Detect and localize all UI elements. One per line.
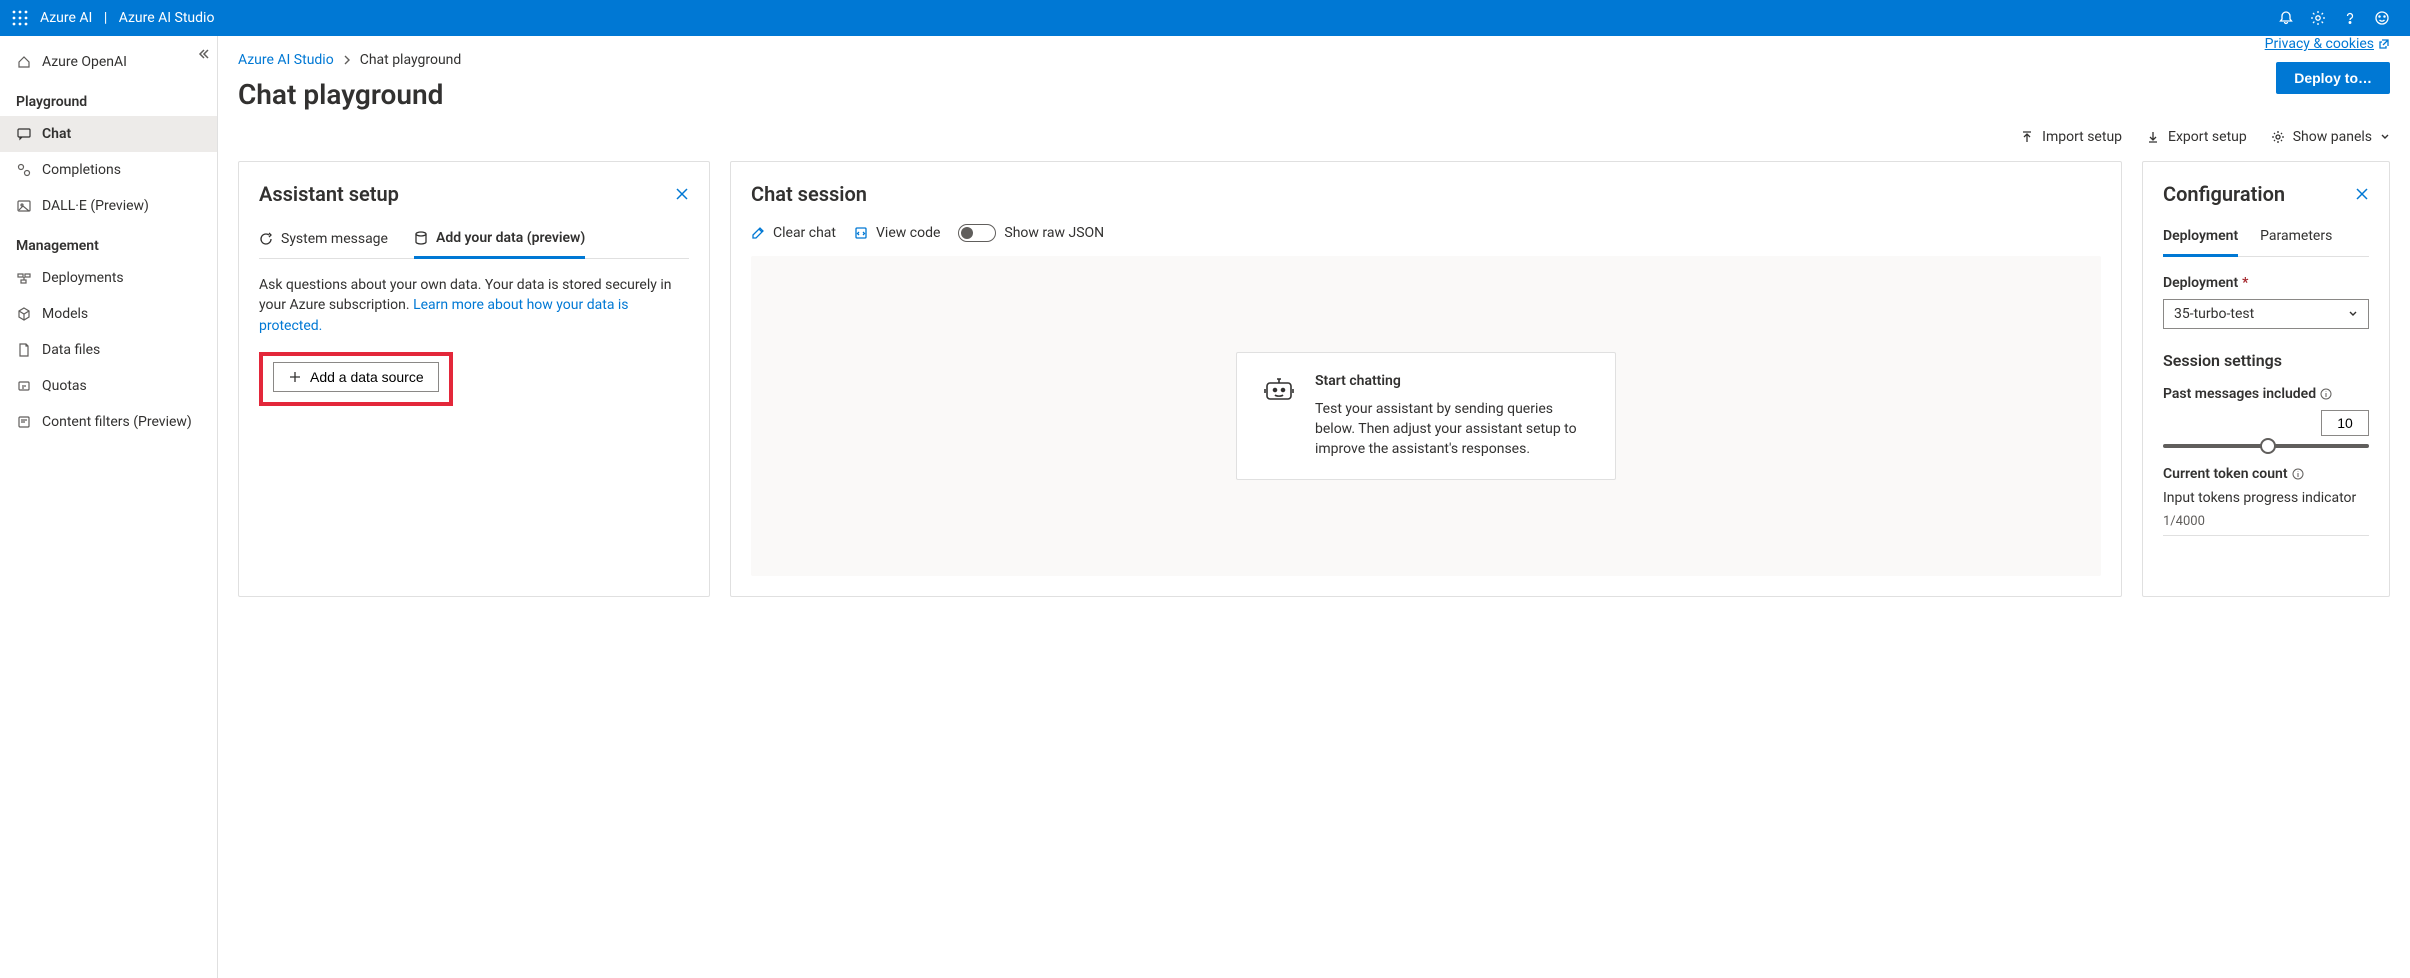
sidebar-quotas[interactable]: Quotas bbox=[0, 368, 217, 404]
sidebar-dalle[interactable]: DALL·E (Preview) bbox=[0, 188, 217, 224]
sidebar-item-label: Models bbox=[42, 306, 88, 322]
sidebar-section-playground: Playground bbox=[0, 80, 217, 116]
add-data-source-button[interactable]: Add a data source bbox=[273, 362, 439, 392]
chat-icon bbox=[16, 126, 32, 142]
assistant-tabs: System message Add your data (preview) bbox=[259, 224, 689, 259]
deployment-select[interactable]: 35-turbo-test bbox=[2163, 299, 2369, 329]
brand-1: Azure AI bbox=[40, 10, 92, 26]
sidebar: Azure OpenAI Playground Chat Completions… bbox=[0, 36, 218, 978]
sidebar-item-label: Azure OpenAI bbox=[42, 54, 127, 70]
past-messages-slider[interactable] bbox=[2163, 444, 2369, 448]
models-icon bbox=[16, 306, 32, 322]
waffle-icon[interactable] bbox=[12, 10, 28, 26]
sidebar-item-label: DALL·E (Preview) bbox=[42, 198, 149, 214]
breadcrumb: Azure AI Studio Chat playground bbox=[238, 36, 461, 72]
chat-session-panel: Chat session Clear chat View code Show r… bbox=[730, 161, 2122, 597]
top-bar: Azure AI | Azure AI Studio bbox=[0, 0, 2410, 36]
token-count-value: 1/4000 bbox=[2163, 514, 2369, 536]
data-description: Ask questions about your own data. Your … bbox=[259, 275, 689, 336]
close-config-icon[interactable] bbox=[2355, 187, 2369, 201]
toggle-icon bbox=[958, 224, 996, 242]
sidebar-item-label: Data files bbox=[42, 342, 100, 358]
chevron-right-icon bbox=[342, 55, 352, 65]
info-icon[interactable] bbox=[2320, 388, 2332, 400]
config-title: Configuration bbox=[2163, 182, 2285, 206]
quotas-icon bbox=[16, 378, 32, 394]
sidebar-chat[interactable]: Chat bbox=[0, 116, 217, 152]
collapse-sidebar-icon[interactable] bbox=[197, 48, 209, 60]
sidebar-section-management: Management bbox=[0, 224, 217, 260]
raw-json-toggle[interactable]: Show raw JSON bbox=[958, 224, 1104, 242]
chat-body: Start chatting Test your assistant by se… bbox=[751, 256, 2101, 576]
export-setup-button[interactable]: Export setup bbox=[2146, 129, 2247, 145]
import-setup-button[interactable]: Import setup bbox=[2020, 129, 2122, 145]
help-icon[interactable] bbox=[2334, 2, 2366, 34]
sidebar-item-label: Completions bbox=[42, 162, 121, 178]
token-progress-label: Input tokens progress indicator bbox=[2163, 490, 2369, 506]
brand: Azure AI | Azure AI Studio bbox=[40, 10, 214, 26]
view-code-button[interactable]: View code bbox=[854, 225, 940, 241]
deployment-label: Deployment * bbox=[2163, 275, 2369, 291]
breadcrumb-leaf: Chat playground bbox=[360, 52, 462, 68]
chevron-down-icon bbox=[2348, 309, 2358, 319]
sidebar-content-filters[interactable]: Content filters (Preview) bbox=[0, 404, 217, 440]
sidebar-data-files[interactable]: Data files bbox=[0, 332, 217, 368]
feedback-icon[interactable] bbox=[2366, 2, 2398, 34]
completions-icon bbox=[16, 162, 32, 178]
assistant-setup-panel: Assistant setup System message Add your … bbox=[238, 161, 710, 597]
close-assistant-icon[interactable] bbox=[675, 187, 689, 201]
tab-system-message[interactable]: System message bbox=[259, 224, 388, 258]
start-chat-card: Start chatting Test your assistant by se… bbox=[1236, 352, 1616, 481]
bot-icon bbox=[1261, 373, 1297, 409]
sidebar-completions[interactable]: Completions bbox=[0, 152, 217, 188]
sidebar-models[interactable]: Models bbox=[0, 296, 217, 332]
chat-title: Chat session bbox=[751, 182, 2101, 206]
tab-deployment[interactable]: Deployment bbox=[2163, 224, 2238, 257]
config-tabs: Deployment Parameters bbox=[2163, 224, 2369, 257]
add-data-source-highlight: Add a data source bbox=[259, 352, 453, 406]
breadcrumb-root[interactable]: Azure AI Studio bbox=[238, 52, 334, 68]
deploy-button[interactable]: Deploy to… bbox=[2276, 62, 2390, 94]
page-title: Chat playground bbox=[238, 78, 461, 111]
token-count-label: Current token count bbox=[2163, 466, 2369, 482]
info-icon[interactable] bbox=[2292, 468, 2304, 480]
start-title: Start chatting bbox=[1315, 373, 1591, 389]
brand-2: Azure AI Studio bbox=[119, 10, 215, 26]
sidebar-deployments[interactable]: Deployments bbox=[0, 260, 217, 296]
clear-chat-button[interactable]: Clear chat bbox=[751, 225, 836, 241]
configuration-panel: Configuration Deployment Parameters Depl… bbox=[2142, 161, 2390, 597]
sidebar-item-label: Chat bbox=[42, 126, 71, 142]
privacy-link[interactable]: Privacy & cookies bbox=[2265, 36, 2390, 52]
session-settings-title: Session settings bbox=[2163, 351, 2369, 370]
page-toolbar: Import setup Export setup Show panels bbox=[238, 123, 2390, 161]
tab-add-your-data[interactable]: Add your data (preview) bbox=[414, 224, 585, 259]
home-icon bbox=[16, 54, 32, 70]
sidebar-azure-openai[interactable]: Azure OpenAI bbox=[0, 44, 217, 80]
past-messages-input[interactable] bbox=[2321, 410, 2369, 436]
sidebar-item-label: Content filters (Preview) bbox=[42, 414, 192, 430]
past-messages-label: Past messages included bbox=[2163, 386, 2369, 402]
file-icon bbox=[16, 342, 32, 358]
sidebar-item-label: Quotas bbox=[42, 378, 87, 394]
settings-icon[interactable] bbox=[2302, 2, 2334, 34]
tab-parameters[interactable]: Parameters bbox=[2260, 224, 2332, 256]
main-content: Azure AI Studio Chat playground Chat pla… bbox=[218, 36, 2410, 978]
assistant-title: Assistant setup bbox=[259, 182, 399, 206]
show-panels-button[interactable]: Show panels bbox=[2271, 129, 2390, 145]
notifications-icon[interactable] bbox=[2270, 2, 2302, 34]
deployments-icon bbox=[16, 270, 32, 286]
sidebar-item-label: Deployments bbox=[42, 270, 124, 286]
image-icon bbox=[16, 198, 32, 214]
filter-icon bbox=[16, 414, 32, 430]
start-body: Test your assistant by sending queries b… bbox=[1315, 399, 1591, 460]
